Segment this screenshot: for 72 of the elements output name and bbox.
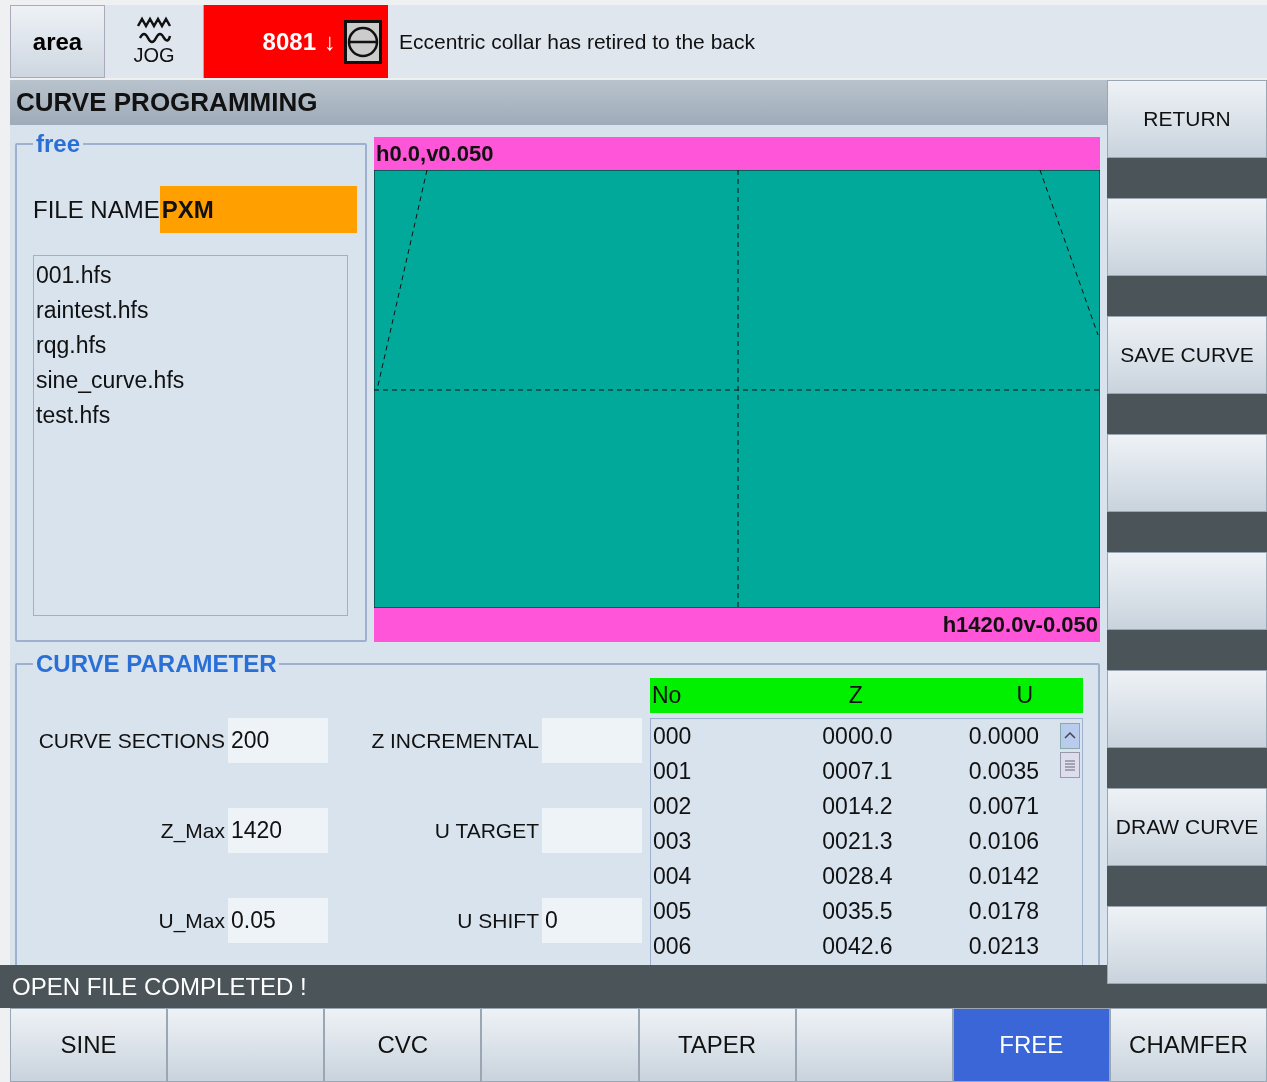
stop-sign-icon bbox=[344, 19, 382, 64]
table-cell-text: 0000.0 bbox=[821, 723, 894, 750]
table-cell-text: 0042.6 bbox=[821, 933, 894, 960]
softkey[interactable]: CHAMFER bbox=[1109, 1008, 1267, 1082]
field-label: Z INCREMENTAL bbox=[370, 727, 540, 754]
column-header: Z bbox=[847, 682, 864, 709]
softkey[interactable] bbox=[1107, 670, 1267, 748]
softkey[interactable]: RETURN bbox=[1107, 80, 1267, 158]
input-field[interactable]: 0 bbox=[542, 898, 642, 943]
field-label: Z_Max bbox=[159, 817, 226, 845]
softkey[interactable] bbox=[795, 1008, 953, 1082]
table-cell-text: 0.0213 bbox=[967, 933, 1040, 960]
panel-legend: free bbox=[33, 130, 84, 158]
file-item[interactable]: rqg.hfs bbox=[36, 328, 345, 363]
file-item[interactable]: test.hfs bbox=[36, 398, 345, 433]
table-cell-text: 0.0178 bbox=[967, 898, 1040, 925]
softkey[interactable] bbox=[1107, 434, 1267, 512]
column-header: No bbox=[651, 682, 683, 709]
field-label: CURVE SECTIONS bbox=[37, 727, 226, 754]
softkey[interactable]: TAPER bbox=[638, 1008, 796, 1082]
alarm-message: Eccentric collar has retired to the back bbox=[399, 29, 755, 54]
file-item[interactable]: 001.hfs bbox=[36, 258, 345, 293]
softkey[interactable]: SAVE CURVE bbox=[1107, 316, 1267, 394]
table-cell-text: 0028.4 bbox=[821, 863, 894, 890]
table-cell-text: 004 bbox=[652, 863, 693, 890]
file-item[interactable]: raintest.hfs bbox=[36, 293, 345, 328]
scroll-up-icon[interactable] bbox=[1059, 723, 1080, 749]
table-cell-text: 002 bbox=[652, 793, 693, 820]
softkey[interactable]: CVC bbox=[324, 1008, 482, 1082]
field-label: U_Max bbox=[157, 907, 226, 935]
alarm-arrow: ↓ bbox=[324, 27, 336, 56]
alarm-number: 8081 bbox=[262, 27, 316, 56]
area-button[interactable]: area bbox=[10, 5, 105, 78]
table-cell-text: 0.0000 bbox=[967, 723, 1040, 750]
curve-start-label: h0.0,v0.050 bbox=[376, 140, 494, 167]
table-cell-text: 0.0071 bbox=[967, 793, 1040, 820]
table-cell-text: 0021.3 bbox=[821, 828, 894, 855]
table-cell-text: 0007.1 bbox=[821, 758, 894, 785]
input-field[interactable]: 1420 bbox=[228, 808, 328, 853]
table-cell-text: 001 bbox=[652, 758, 693, 785]
table-cell-text: 005 bbox=[652, 898, 693, 925]
screen-title: CURVE PROGRAMMING bbox=[16, 87, 318, 118]
input-field[interactable]: 0.05 bbox=[228, 898, 328, 943]
waveform-icon bbox=[134, 16, 174, 44]
softkey[interactable]: DRAW CURVE bbox=[1107, 788, 1267, 866]
field-label: U TARGET bbox=[433, 817, 540, 844]
scroll-thumb[interactable] bbox=[1059, 752, 1080, 778]
softkey[interactable]: SINE bbox=[10, 1008, 168, 1082]
softkey[interactable] bbox=[1107, 552, 1267, 630]
softkey[interactable] bbox=[481, 1008, 639, 1082]
table-cell-text: 0.0035 bbox=[967, 758, 1040, 785]
softkey[interactable] bbox=[1107, 198, 1267, 276]
mode-label: JOG bbox=[133, 44, 175, 67]
input-field[interactable]: 200 bbox=[228, 718, 328, 763]
panel-legend: CURVE PARAMETER bbox=[33, 650, 280, 678]
softkey[interactable] bbox=[167, 1008, 325, 1082]
table-cell-text: 0.0106 bbox=[967, 828, 1040, 855]
field-label: U SHIFT bbox=[456, 907, 540, 934]
table-cell-text: 0014.2 bbox=[821, 793, 894, 820]
softkey[interactable] bbox=[1107, 906, 1267, 984]
file-item[interactable]: sine_curve.hfs bbox=[36, 363, 345, 398]
table-cell-text: 000 bbox=[652, 723, 693, 750]
softkey[interactable]: FREE bbox=[952, 1008, 1110, 1082]
table-cell-text: 0.0142 bbox=[967, 863, 1040, 890]
table-cell-text: 003 bbox=[652, 828, 693, 855]
file-name-field[interactable]: PXM bbox=[159, 186, 357, 233]
column-header: U bbox=[1015, 682, 1034, 709]
status-message: OPEN FILE COMPLETED ! bbox=[12, 972, 307, 1001]
table-cell-text: 0035.5 bbox=[821, 898, 894, 925]
table-cell-text: 006 bbox=[652, 933, 693, 960]
field-label: FILE NAME bbox=[33, 195, 160, 224]
curve-end-label: h1420.0v-0.050 bbox=[942, 612, 1098, 638]
